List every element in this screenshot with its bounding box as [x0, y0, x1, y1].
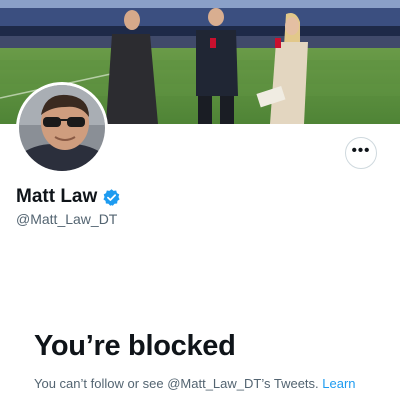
profile-avatar[interactable]	[16, 82, 108, 174]
display-name: Matt Law	[16, 186, 98, 207]
more-options-icon: •••	[351, 141, 371, 159]
profile-name-row: Matt Law	[16, 186, 121, 208]
blocked-message: You can’t follow or see @Matt_Law_DT’s T…	[34, 376, 319, 391]
blocked-message-container: You can’t follow or see @Matt_Law_DT’s T…	[34, 374, 384, 400]
more-options-button[interactable]: •••	[345, 137, 377, 169]
blocked-title: You’re blocked	[34, 330, 236, 362]
verified-badge-icon	[103, 188, 120, 206]
profile-handle: @Matt_Law_DT	[16, 211, 118, 227]
